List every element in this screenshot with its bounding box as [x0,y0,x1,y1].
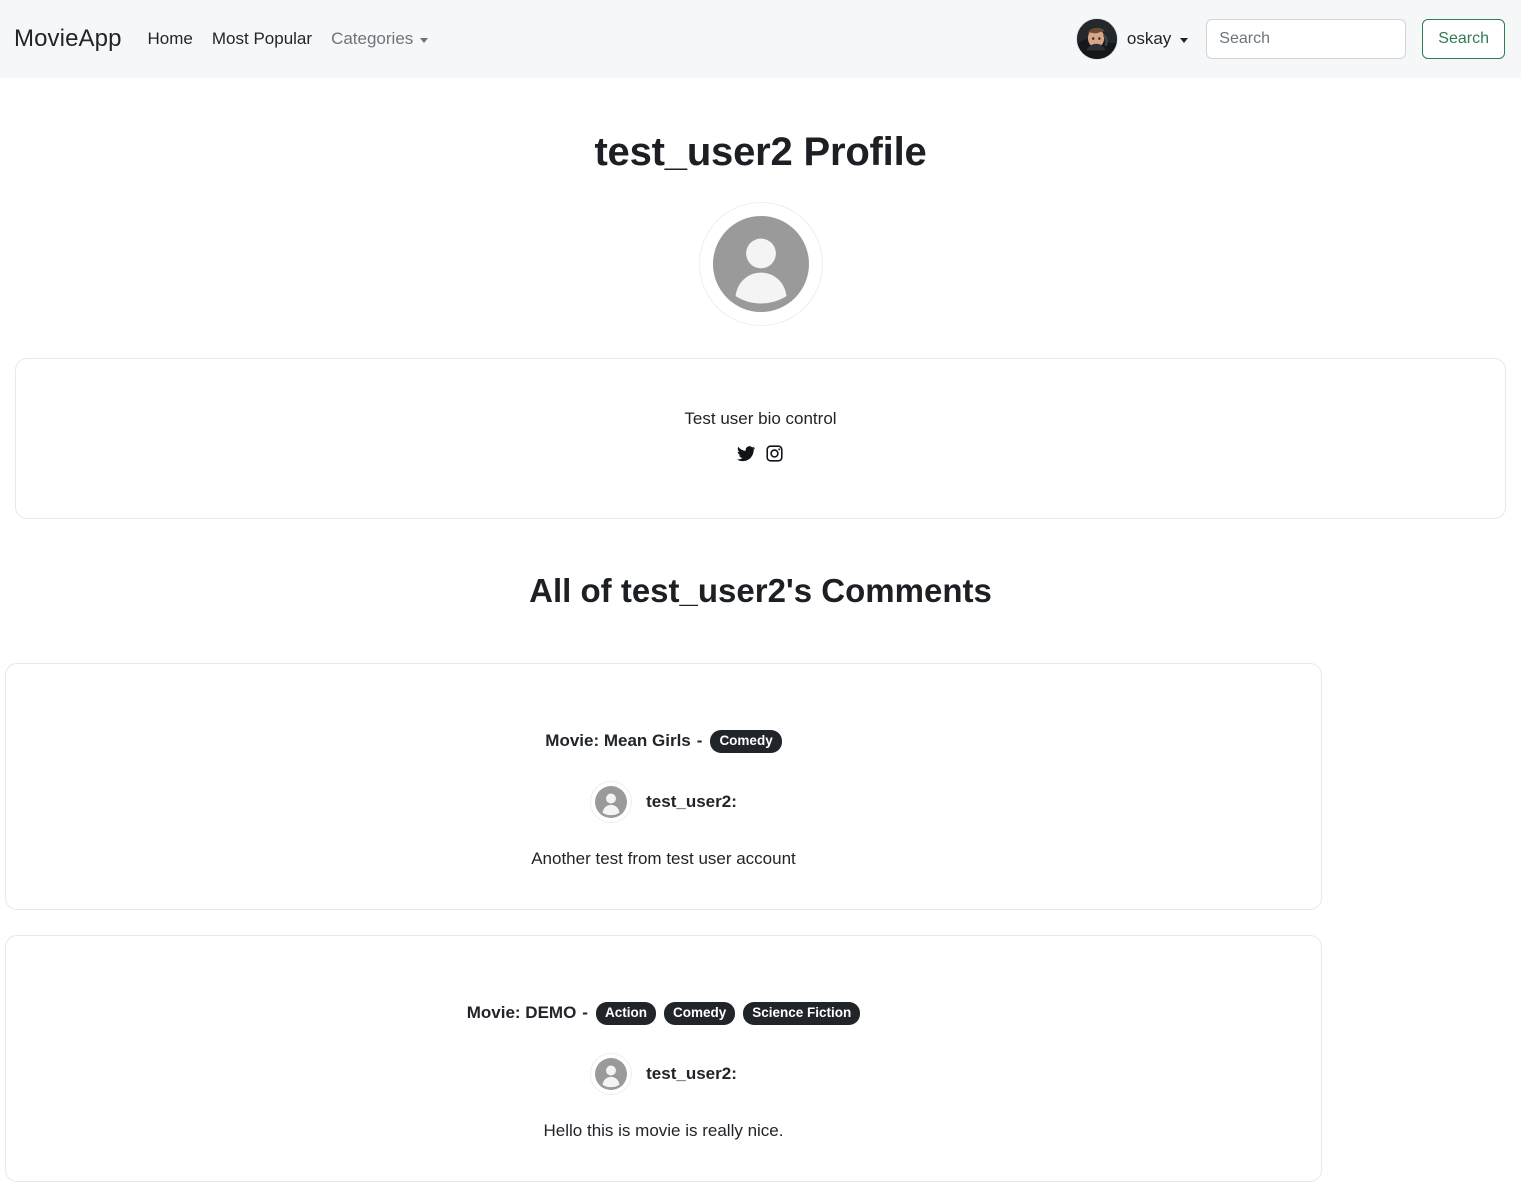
comment-author-row: test_user2: [26,780,1301,823]
chevron-down-icon [1180,37,1189,43]
comment-author-row: test_user2: [26,1052,1301,1095]
chevron-down-icon [420,37,429,43]
bio-text: Test user bio control [684,409,837,428]
avatar [590,780,633,823]
user-menu[interactable]: oskay [1075,18,1189,60]
genre-badges: Action Comedy Science Fiction [595,1002,861,1025]
separator: - [582,1003,588,1023]
comments-heading: All of test_user2's Comments [529,572,992,609]
genre-badge[interactable]: Action [595,1002,656,1025]
movie-title[interactable]: Movie: Mean Girls [545,731,690,751]
page-title: test_user2 Profile [594,130,927,174]
comment-text: Hello this is movie is really nice. [543,1120,784,1140]
nav-dropdown-categories[interactable]: Categories [331,29,429,49]
nav-dropdown-categories-label: Categories [331,29,414,48]
navbar-right: oskay Search [1075,0,1505,78]
comment-list: Movie: Mean Girls - Comedy test_user2: A… [0,663,1521,1182]
comment-card: Movie: DEMO - Action Comedy Science Fict… [5,935,1322,1182]
person-placeholder-icon [712,216,809,312]
bio-card: Test user bio control [15,358,1506,519]
comment-author-name[interactable]: test_user2: [646,792,737,812]
comment-author-name[interactable]: test_user2: [646,1064,737,1084]
twitter-icon[interactable] [737,444,756,463]
movie-line: Movie: DEMO - Action Comedy Science Fict… [26,1002,1301,1025]
search-button[interactable]: Search [1422,19,1505,59]
nav-link-most-popular[interactable]: Most Popular [212,29,312,49]
nav-links: Home Most Popular Categories [148,29,429,49]
instagram-icon[interactable] [765,444,784,463]
comment-card: Movie: Mean Girls - Comedy test_user2: A… [5,663,1322,910]
page-content: test_user2 Profile Test user bio control [0,130,1521,1182]
nav-link-home[interactable]: Home [148,29,193,49]
comment-text: Another test from test user account [531,848,796,868]
avatar [590,1052,633,1095]
genre-badge[interactable]: Science Fiction [743,1002,861,1025]
social-links [737,444,784,463]
profile-avatar [698,202,823,326]
navbar: MovieApp Home Most Popular Categories os… [0,0,1521,78]
genre-badge[interactable]: Comedy [663,1002,736,1025]
movie-line: Movie: Mean Girls - Comedy [26,730,1301,753]
genre-badge[interactable]: Comedy [710,730,782,753]
movie-title[interactable]: Movie: DEMO [467,1003,577,1023]
user-menu-label: oskay [1126,29,1172,48]
brand-logo[interactable]: MovieApp [14,25,122,53]
user-photo-avatar[interactable] [1075,18,1118,60]
genre-badges: Comedy [710,730,782,753]
profile-avatar-wrap [0,202,1521,326]
person-placeholder-icon [595,785,628,818]
search-input[interactable] [1206,19,1407,59]
separator: - [696,731,703,751]
person-placeholder-icon [595,1057,628,1090]
